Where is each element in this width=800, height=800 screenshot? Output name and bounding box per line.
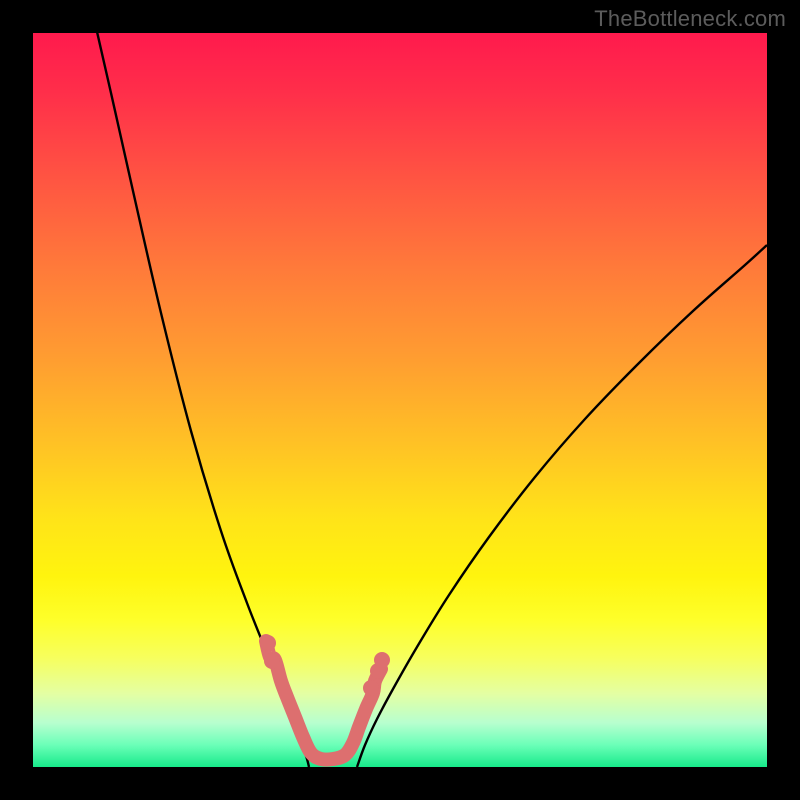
plot-area [33,33,767,767]
watermark-text: TheBottleneck.com [594,6,786,32]
series-right-curve [357,245,767,767]
series-bottom-link [266,641,381,760]
curve-layer [33,33,767,767]
data-point [260,635,276,651]
data-point [363,680,379,696]
data-point [264,653,280,669]
data-point [374,652,390,668]
series-layer [95,33,767,767]
chart-frame: TheBottleneck.com [0,0,800,800]
